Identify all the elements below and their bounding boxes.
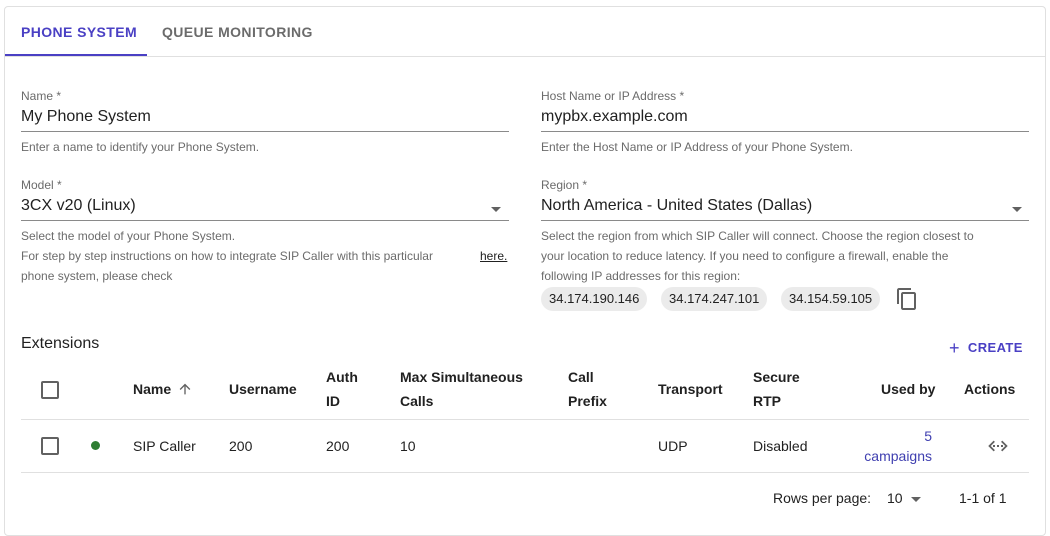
model-select[interactable]: Model * 3CX v20 (Linux) Select the model… (21, 178, 509, 288)
column-header-used-by: Used by (881, 381, 936, 397)
host-label: Host Name or IP Address * (541, 89, 685, 103)
host-underline (541, 131, 1029, 132)
tab-phone-system[interactable]: PHONE SYSTEM (21, 7, 137, 57)
code-icon[interactable] (986, 434, 1010, 458)
used-by-count[interactable]: 5 (864, 426, 932, 446)
rows-per-page-value[interactable]: 10 (887, 490, 903, 506)
create-label: CREATE (967, 340, 1023, 355)
select-all-checkbox[interactable] (41, 381, 59, 399)
region-helper-line2: your location to reduce latency. If you … (541, 249, 949, 263)
name-underline (21, 131, 509, 132)
column-header-name[interactable]: Name (133, 377, 193, 401)
integration-guide-link[interactable]: here. (480, 246, 507, 266)
cell-auth-id: 200 (326, 438, 350, 454)
active-tab-indicator (5, 54, 147, 56)
copy-icon[interactable] (895, 287, 919, 311)
name-helper: Enter a name to identify your Phone Syst… (21, 140, 260, 154)
host-input[interactable]: mypbx.example.com (541, 108, 688, 126)
model-instructions-line2: phone system, please check (21, 269, 173, 283)
cell-secure-rtp: Disabled (753, 438, 808, 454)
cell-max-simultaneous: 10 (400, 438, 416, 454)
region-label: Region * (541, 178, 588, 192)
max-sim-line1: Max Simultaneous (400, 369, 523, 385)
cell-transport: UDP (658, 438, 688, 454)
host-helper: Enter the Host Name or IP Address of you… (541, 140, 853, 154)
arrow-up-icon (179, 383, 191, 395)
name-label: Name * (21, 89, 62, 103)
secure-rtp-line2: RTP (753, 393, 781, 409)
call-prefix-line2: Prefix (568, 393, 607, 409)
column-header-max-simultaneous: Max Simultaneous Calls (400, 365, 523, 413)
cell-username: 200 (229, 438, 253, 454)
auth-id-line1: Auth (326, 369, 358, 385)
name-input[interactable]: My Phone System (21, 108, 151, 126)
call-prefix-line1: Call (568, 369, 594, 385)
secure-rtp-line1: Secure (753, 369, 800, 385)
used-by-label[interactable]: campaigns (864, 446, 932, 466)
region-helper-line1: Select the region from which SIP Caller … (541, 229, 974, 243)
column-header-transport: Transport (658, 381, 723, 397)
rows-per-page-select[interactable]: 10 (887, 488, 927, 510)
rows-per-page-label: Rows per page: (773, 490, 872, 506)
integration-guide-link-text[interactable]: here. (480, 249, 507, 263)
chevron-down-icon[interactable] (911, 497, 921, 502)
ip-chip: 34.174.190.146 (541, 287, 648, 311)
model-helper: Select the model of your Phone System. (21, 229, 236, 243)
create-extension-button[interactable]: + CREATE (949, 338, 1023, 359)
cell-name: SIP Caller (133, 438, 196, 454)
pagination-range: 1-1 of 1 (959, 490, 1007, 506)
row-checkbox[interactable] (41, 437, 59, 455)
max-sim-line2: Calls (400, 393, 434, 409)
used-by-link[interactable]: 5 campaigns (864, 426, 932, 466)
ip-chip: 34.154.59.105 (781, 287, 881, 311)
phone-system-card: PHONE SYSTEM QUEUE MONITORING Name * My … (4, 6, 1046, 536)
extensions-title: Extensions (21, 335, 100, 352)
region-helper-line3: following IP addresses for this region: (541, 269, 741, 283)
column-header-actions: Actions (964, 381, 1016, 397)
column-header-call-prefix: Call Prefix (568, 365, 607, 413)
auth-id-line2: ID (326, 393, 340, 409)
chevron-down-icon[interactable] (491, 207, 501, 212)
name-field[interactable]: Name * My Phone System Enter a name to i… (21, 89, 509, 159)
model-label: Model * (21, 178, 62, 192)
host-field[interactable]: Host Name or IP Address * mypbx.example.… (541, 89, 1029, 159)
chevron-down-icon[interactable] (1012, 207, 1022, 212)
column-header-auth-id: Auth ID (326, 365, 358, 413)
tab-queue-monitoring[interactable]: QUEUE MONITORING (162, 7, 313, 57)
model-value[interactable]: 3CX v20 (Linux) (21, 197, 136, 215)
region-underline (541, 220, 1029, 221)
table-row[interactable]: SIP Caller 200 200 10 UDP Disabled 5 cam… (21, 420, 1029, 472)
table-row-divider (21, 472, 1029, 473)
status-dot (91, 441, 100, 450)
column-header-username: Username (229, 381, 297, 397)
plus-icon: + (949, 338, 960, 358)
ip-chip: 34.174.247.101 (661, 287, 768, 311)
column-header-secure-rtp: Secure RTP (753, 365, 800, 413)
region-value[interactable]: North America - United States (Dallas) (541, 197, 812, 215)
model-instructions-line1: For step by step instructions on how to … (21, 249, 433, 263)
tab-bar: PHONE SYSTEM QUEUE MONITORING (5, 7, 1045, 57)
column-name-label: Name (133, 381, 172, 397)
model-underline (21, 220, 509, 221)
